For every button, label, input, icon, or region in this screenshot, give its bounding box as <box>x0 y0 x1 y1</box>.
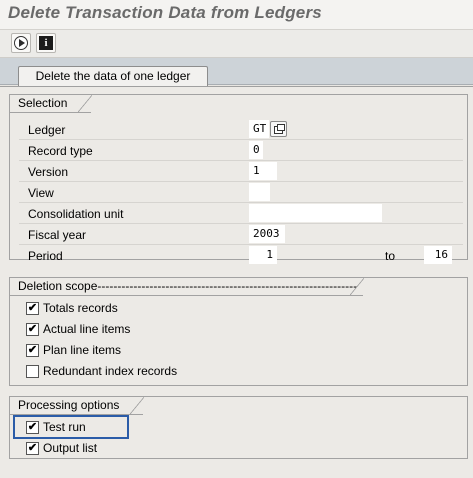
view-label: View <box>28 186 54 200</box>
info-icon: i <box>39 36 53 50</box>
actual-line-items-label: Actual line items <box>43 322 131 336</box>
redundant-index-records-checkbox[interactable] <box>26 365 39 378</box>
execute-button[interactable] <box>11 33 31 53</box>
period-from-field[interactable]: 1 <box>249 246 277 264</box>
record-type-field[interactable]: 0 <box>249 141 263 159</box>
tab-delete-one-ledger[interactable]: Delete the data of one ledger <box>18 66 208 86</box>
view-row: View <box>13 183 463 203</box>
row-divider <box>19 244 463 245</box>
version-field[interactable]: 1 <box>249 162 277 180</box>
plan-line-items-checkbox[interactable]: ✔ <box>26 344 39 357</box>
actual-line-items-checkbox[interactable]: ✔ <box>26 323 39 336</box>
application-toolbar: i <box>0 30 473 58</box>
version-row: Version 1 <box>13 162 463 182</box>
period-to-label: to <box>385 249 396 263</box>
row-divider <box>19 181 463 182</box>
test-run-focus-frame <box>13 415 129 439</box>
fiscal-year-field[interactable]: 2003 <box>249 225 285 243</box>
ledger-field[interactable]: GT <box>249 120 269 138</box>
output-list-checkbox[interactable]: ✔ <box>26 442 39 455</box>
output-list-label: Output list <box>43 441 98 455</box>
row-divider <box>19 139 463 140</box>
period-to-field[interactable]: 16 <box>424 246 452 264</box>
processing-options-title: Processing options <box>10 397 145 415</box>
period-label: Period <box>28 249 63 263</box>
info-button[interactable]: i <box>36 33 56 53</box>
search-help-icon[interactable] <box>270 121 287 137</box>
ledger-label: Ledger <box>28 123 66 137</box>
period-row: Period 1 to 16 <box>13 246 463 266</box>
record-type-label: Record type <box>28 144 93 158</box>
fiscal-year-label: Fiscal year <box>28 228 87 242</box>
totals-records-label: Totals records <box>43 301 118 315</box>
consolidation-unit-label: Consolidation unit <box>28 207 124 221</box>
selection-group: Selection Ledger GT Record type 0 Versio… <box>9 94 468 264</box>
totals-records-checkbox[interactable]: ✔ <box>26 302 39 315</box>
version-label: Version <box>28 165 69 179</box>
consolidation-unit-row: Consolidation unit <box>13 204 463 224</box>
plan-line-items-label: Plan line items <box>43 343 122 357</box>
record-type-row: Record type 0 <box>13 141 463 161</box>
execute-icon <box>14 36 28 50</box>
deletion-scope-group: Deletion scope--------------------------… <box>9 277 468 386</box>
view-field[interactable] <box>249 183 270 201</box>
row-divider <box>19 202 463 203</box>
deletion-scope-title: Deletion scope--------------------------… <box>10 278 365 296</box>
selection-group-title: Selection <box>10 95 93 113</box>
ledger-row: Ledger GT <box>13 120 463 140</box>
title-bar: Delete Transaction Data from Ledgers <box>0 0 473 30</box>
fiscal-year-row: Fiscal year 2003 <box>13 225 463 245</box>
window-title: Delete Transaction Data from Ledgers <box>8 3 322 22</box>
row-divider <box>19 223 463 224</box>
row-divider <box>19 160 463 161</box>
consolidation-unit-field[interactable] <box>249 204 382 222</box>
redundant-index-records-label: Redundant index records <box>43 364 178 378</box>
